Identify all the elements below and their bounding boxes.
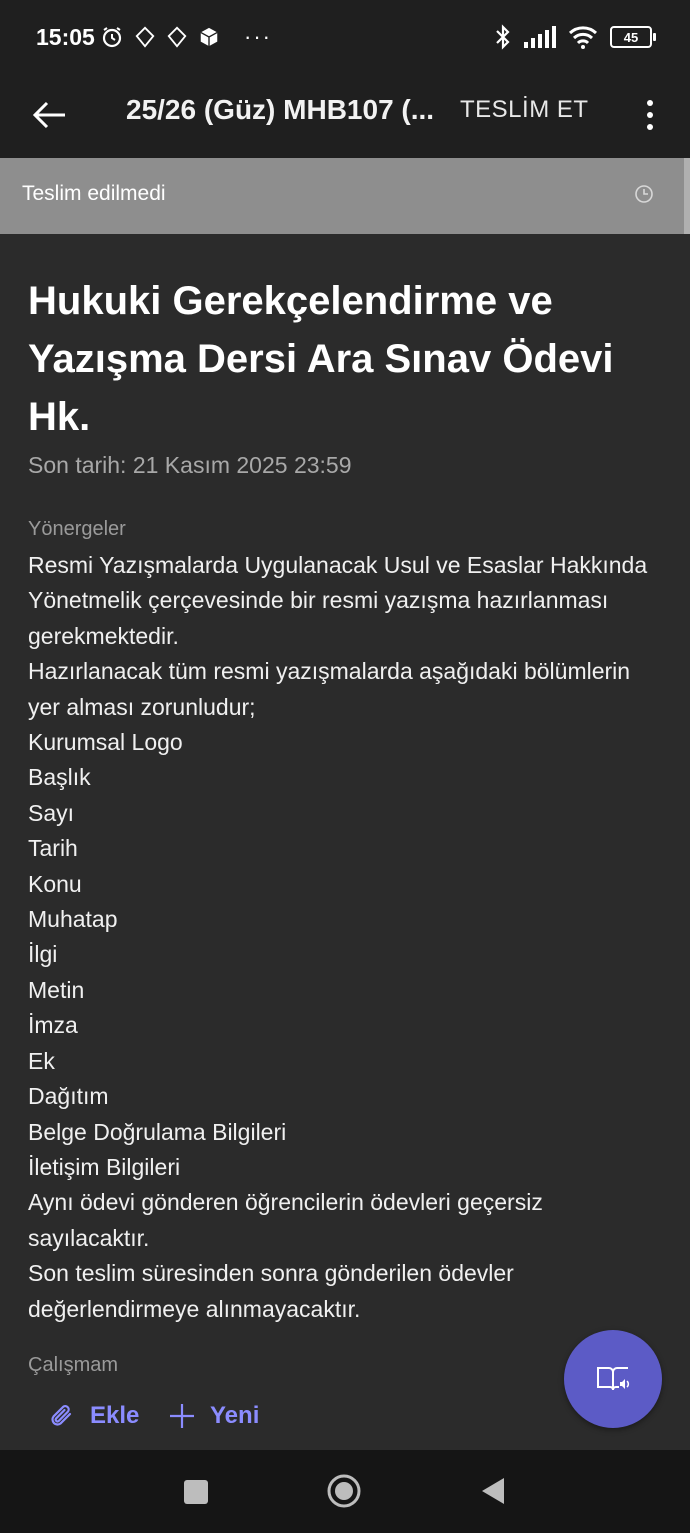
instruction-line: Belge Doğrulama Bilgileri — [28, 1118, 287, 1145]
instructions-text: Resmi Yazışmalarda Uygulanacak Usul ve E… — [28, 548, 648, 1327]
instruction-line: Dağıtım — [28, 1083, 109, 1110]
page-title: 25/26 (Güz) MHB107 (... — [126, 94, 435, 125]
instruction-line: Metin — [28, 976, 85, 1003]
system-navigation-bar — [0, 1450, 690, 1533]
status-time: 15:05 — [36, 24, 95, 50]
immersive-reader-button[interactable] — [564, 1330, 662, 1428]
instruction-line: Kurumsal Logo — [28, 729, 183, 756]
submit-button[interactable]: TESLİM ET — [460, 96, 589, 124]
signal-icon — [524, 26, 556, 48]
more-vertical-dot — [647, 124, 653, 130]
my-work-label: Çalışmam — [28, 1354, 119, 1376]
wifi-icon — [568, 26, 598, 49]
instruction-line: İlgi — [28, 941, 58, 968]
app-header: 25/26 (Güz) MHB107 (... TESLİM ET — [0, 78, 690, 158]
home-button[interactable] — [327, 1474, 361, 1508]
status-icons-left: ··· — [100, 24, 272, 50]
status-icons-right: 45 — [494, 24, 656, 50]
battery-icon: 45 — [610, 26, 656, 48]
scrollbar[interactable] — [684, 158, 690, 234]
package-icon — [200, 27, 218, 47]
alarm-icon — [102, 27, 122, 48]
immersive-reader-icon — [597, 1367, 630, 1391]
system-status-bar: 15:05 ··· 45 — [0, 0, 690, 78]
arrow-left-icon — [32, 101, 65, 129]
instruction-line: İletişim Bilgileri — [28, 1153, 181, 1180]
new-label: Yeni — [210, 1402, 260, 1429]
battery-level: 45 — [623, 29, 639, 45]
instructions-label: Yönergeler — [28, 518, 126, 540]
navigation-icon-2 — [167, 26, 187, 48]
submission-status-label: Teslim edilmedi — [22, 182, 166, 205]
instruction-line: Son teslim süresinden sonra gönderilen ö… — [28, 1260, 514, 1322]
navigation-icon — [135, 26, 155, 48]
more-options-button[interactable] — [638, 92, 662, 138]
assignment-content: Hukuki Gerekçelendirme ve Yazışma Dersi … — [0, 234, 690, 1450]
new-file-button[interactable]: Yeni — [168, 1402, 259, 1430]
instruction-line: Sayı — [28, 799, 75, 826]
add-attachment-button[interactable]: Ekle — [48, 1402, 139, 1430]
instruction-line: Muhatap — [28, 906, 118, 933]
due-date: Son tarih: 21 Kasım 2025 23:59 — [28, 452, 352, 478]
more-vertical-icon — [647, 100, 653, 106]
more-vertical-dot — [647, 112, 653, 118]
system-back-button[interactable] — [480, 1476, 506, 1506]
plus-icon — [170, 1404, 194, 1428]
instruction-line: Konu — [28, 870, 82, 897]
instruction-line: İmza — [28, 1012, 78, 1039]
submission-status-banner: Teslim edilmedi — [0, 158, 690, 234]
paperclip-icon — [51, 1405, 72, 1426]
instruction-line: Hazırlanacak tüm resmi yazışmalarda aşağ… — [28, 658, 631, 720]
more-notifications-icon: ··· — [244, 24, 272, 49]
instruction-line: Başlık — [28, 764, 91, 791]
add-label: Ekle — [90, 1402, 140, 1429]
instruction-line: Resmi Yazışmalarda Uygulanacak Usul ve E… — [28, 552, 648, 649]
bluetooth-icon — [496, 24, 510, 50]
recents-button[interactable] — [184, 1480, 208, 1504]
clock-icon — [635, 185, 653, 203]
instruction-line: Aynı ödevi gönderen öğrencilerin ödevler… — [28, 1189, 543, 1251]
instruction-line: Tarih — [28, 835, 78, 862]
assignment-title: Hukuki Gerekçelendirme ve Yazışma Dersi … — [28, 279, 614, 439]
instruction-line: Ek — [28, 1047, 55, 1074]
back-button[interactable] — [28, 94, 70, 136]
